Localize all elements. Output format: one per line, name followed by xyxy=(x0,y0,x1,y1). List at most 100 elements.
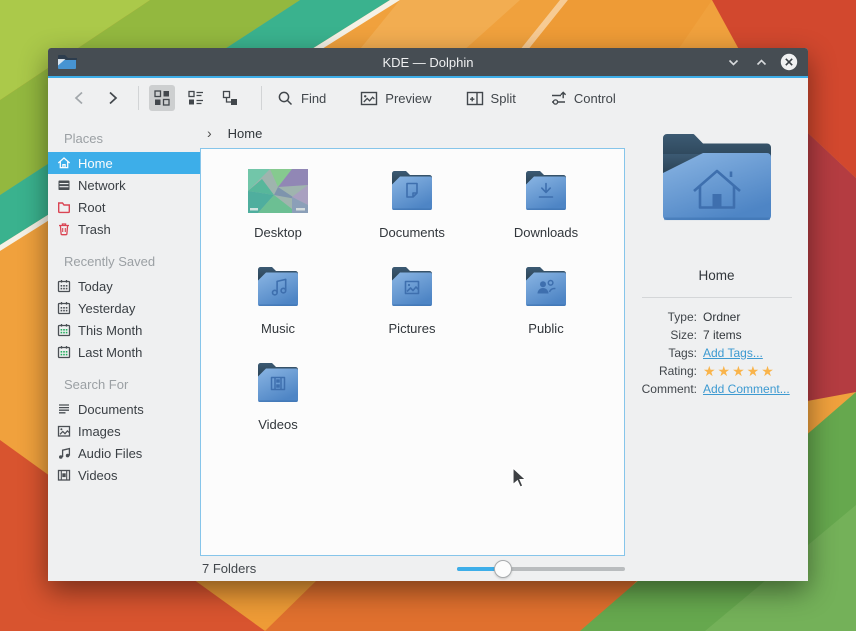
folder-music-icon xyxy=(254,263,302,311)
film-icon xyxy=(56,467,72,483)
image-icon xyxy=(56,423,72,439)
minimize-button[interactable] xyxy=(724,53,742,71)
info-label: Comment: xyxy=(625,382,697,396)
section-header-recently-saved: Recently Saved xyxy=(48,248,200,275)
main-column: › Home xyxy=(200,118,625,581)
info-row-type: Type: Ordner xyxy=(625,308,808,326)
find-button[interactable]: Find xyxy=(272,86,331,111)
zoom-slider-handle[interactable] xyxy=(494,560,512,578)
info-row-rating: Rating: ★★★★★ xyxy=(625,362,808,380)
sidebar-item-label: Yesterday xyxy=(78,301,135,316)
split-view-icon xyxy=(466,90,484,107)
split-label: Split xyxy=(491,91,516,106)
chevron-left-icon xyxy=(72,90,88,106)
folder-download-icon xyxy=(522,167,570,215)
sidebar-item-last-month[interactable]: Last Month xyxy=(48,341,200,363)
folder-item-videos[interactable]: Videos xyxy=(211,359,345,455)
mouse-cursor xyxy=(512,467,526,488)
sidebar-item-label: Audio Files xyxy=(78,446,142,461)
trash-icon xyxy=(56,221,72,237)
sidebar-item-audio-files[interactable]: Audio Files xyxy=(48,442,200,464)
sidebar-item-label: Today xyxy=(78,279,113,294)
chevron-up-icon xyxy=(755,56,768,69)
sidebar-item-root[interactable]: Root xyxy=(48,196,200,218)
toolbar: Find Preview Split xyxy=(48,78,808,118)
chevron-right-icon xyxy=(104,90,120,106)
forward-button[interactable] xyxy=(96,86,128,110)
split-button[interactable]: Split xyxy=(461,86,521,111)
sidebar-item-home[interactable]: Home xyxy=(48,152,200,174)
sidebar-item-label: Home xyxy=(78,156,113,171)
folder-item-documents[interactable]: Documents xyxy=(345,167,479,263)
section-header-search-for: Search For xyxy=(48,371,200,398)
details-view-button[interactable] xyxy=(183,85,209,111)
calendar-green-icon xyxy=(56,322,72,338)
root-folder-icon xyxy=(56,199,72,215)
folder-film-icon xyxy=(254,359,302,407)
music-note-icon xyxy=(56,445,72,461)
preview-label: Preview xyxy=(385,91,431,106)
sidebar-item-videos[interactable]: Videos xyxy=(48,464,200,486)
folder-item-music[interactable]: Music xyxy=(211,263,345,359)
information-panel: Home Type: Ordner Size: 7 items Tags: Ad… xyxy=(625,118,808,581)
find-label: Find xyxy=(301,91,326,106)
sidebar-item-this-month[interactable]: This Month xyxy=(48,319,200,341)
folder-name: Public xyxy=(528,321,563,336)
control-button[interactable]: Control xyxy=(545,86,621,111)
breadcrumb-chevron-icon[interactable]: › xyxy=(207,125,212,141)
back-button[interactable] xyxy=(64,86,96,110)
info-row-size: Size: 7 items xyxy=(625,326,808,344)
home-folder-large-icon xyxy=(657,128,777,226)
folder-item-public[interactable]: Public xyxy=(479,263,613,359)
desktop-background: KDE — Dolphin xyxy=(0,0,856,631)
sidebar-item-label: Network xyxy=(78,178,126,193)
breadcrumb: › Home xyxy=(200,118,625,148)
info-panel-rows: Type: Ordner Size: 7 items Tags: Add Tag… xyxy=(625,308,808,398)
maximize-button[interactable] xyxy=(752,53,770,71)
sidebar-item-yesterday[interactable]: Yesterday xyxy=(48,297,200,319)
folder-item-pictures[interactable]: Pictures xyxy=(345,263,479,359)
info-panel-title: Home xyxy=(698,268,734,283)
folder-item-desktop[interactable]: Desktop xyxy=(211,167,345,263)
icons-view-button[interactable] xyxy=(149,85,175,111)
folder-name: Videos xyxy=(258,417,298,432)
section-header-places: Places xyxy=(48,125,200,152)
folder-item-downloads[interactable]: Downloads xyxy=(479,167,613,263)
window-folder-icon xyxy=(57,54,77,70)
info-value: Ordner xyxy=(703,310,740,324)
sidebar-item-label: Documents xyxy=(78,402,144,417)
info-label: Rating: xyxy=(625,364,697,378)
sidebar-item-label: Images xyxy=(78,424,121,439)
folder-name: Documents xyxy=(379,225,445,240)
close-button[interactable] xyxy=(780,53,798,71)
sidebar-item-label: Root xyxy=(78,200,105,215)
folder-view[interactable]: Desktop Documents xyxy=(200,148,625,556)
statusbar-items-count: 7 Folders xyxy=(202,561,256,576)
breadcrumb-current[interactable]: Home xyxy=(228,126,263,141)
icons-view-icon xyxy=(153,89,171,107)
add-comment-link[interactable]: Add Comment... xyxy=(703,382,790,396)
add-tags-link[interactable]: Add Tags... xyxy=(703,346,763,360)
control-menu-icon xyxy=(550,90,567,107)
tree-view-button[interactable] xyxy=(217,85,243,111)
info-label: Size: xyxy=(625,328,697,342)
sidebar-item-documents[interactable]: Documents xyxy=(48,398,200,420)
folder-grid: Desktop Documents xyxy=(201,149,624,455)
preview-button[interactable]: Preview xyxy=(355,86,436,111)
folder-name: Downloads xyxy=(514,225,578,240)
sidebar-item-today[interactable]: Today xyxy=(48,275,200,297)
zoom-slider[interactable] xyxy=(457,560,625,578)
sidebar-item-network[interactable]: Network xyxy=(48,174,200,196)
sidebar-item-images[interactable]: Images xyxy=(48,420,200,442)
dolphin-window: KDE — Dolphin xyxy=(48,48,808,581)
titlebar[interactable]: KDE — Dolphin xyxy=(48,48,808,76)
rating-stars[interactable]: ★★★★★ xyxy=(703,364,776,378)
folder-name: Pictures xyxy=(389,321,436,336)
places-panel: Places Home Network xyxy=(48,118,200,581)
sidebar-item-trash[interactable]: Trash xyxy=(48,218,200,240)
info-panel-divider xyxy=(642,297,792,298)
tree-view-icon xyxy=(221,89,239,107)
folder-people-icon xyxy=(522,263,570,311)
sidebar-item-label: Videos xyxy=(78,468,118,483)
sidebar-item-label: Trash xyxy=(78,222,111,237)
